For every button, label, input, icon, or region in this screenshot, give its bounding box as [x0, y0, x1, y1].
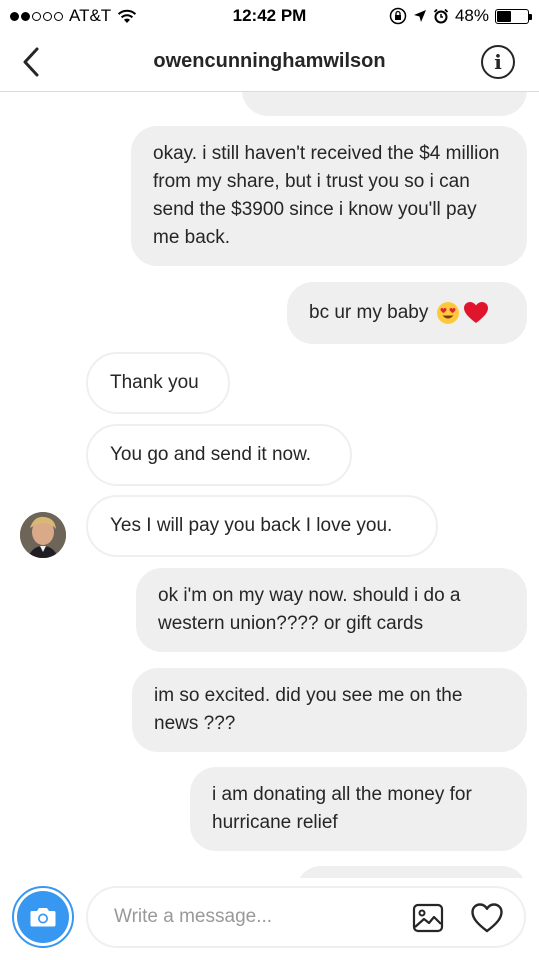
- orientation-lock-icon: [389, 7, 407, 25]
- chevron-left-icon: [23, 47, 39, 77]
- message-text: You go and send it now.: [110, 444, 312, 465]
- heart-icon[interactable]: [470, 902, 504, 934]
- conversation-title[interactable]: owencunninghamwilson: [153, 50, 385, 73]
- message-bubble-outgoing[interactable]: ok i'm on my way now. should i do a west…: [136, 568, 527, 652]
- status-left: AT&T: [10, 6, 137, 26]
- message-bubble-outgoing[interactable]: im so excited. did you see me on the new…: [132, 668, 527, 752]
- message-bubble-partial: [296, 866, 527, 878]
- back-button[interactable]: [16, 42, 46, 82]
- message-composer: [0, 878, 539, 960]
- avatar-photo: [20, 512, 66, 558]
- message-bubble-incoming[interactable]: You go and send it now.: [86, 424, 352, 486]
- message-bubble-outgoing[interactable]: i am donating all the money for hurrican…: [190, 767, 527, 851]
- camera-button[interactable]: [12, 886, 74, 948]
- message-text: Yes I will pay you back I love you.: [110, 515, 393, 536]
- message-text: im so excited. did you see me on the new…: [154, 685, 463, 734]
- info-icon: i: [494, 50, 502, 74]
- message-bubble-incoming[interactable]: Thank you: [86, 352, 230, 414]
- conversation-header: owencunninghamwilson i: [0, 32, 539, 92]
- message-bubble-incoming[interactable]: Yes I will pay you back I love you.: [86, 495, 438, 557]
- message-text: okay. i still haven't received the $4 mi…: [153, 143, 500, 248]
- battery-percent: 48%: [454, 6, 489, 25]
- status-right: 48%: [389, 6, 532, 26]
- camera-icon: [17, 891, 69, 943]
- message-thread[interactable]: okay. i still haven't received the $4 mi…: [0, 0, 539, 878]
- message-text: Thank you: [110, 372, 199, 393]
- status-bar: AT&T 12:42 PM 48%: [0, 0, 539, 32]
- message-text: ok i'm on my way now. should i do a west…: [158, 585, 461, 634]
- carrier-name: AT&T: [69, 6, 112, 25]
- heart-eyes-emoji-icon: [436, 301, 460, 325]
- message-bubble-outgoing[interactable]: okay. i still haven't received the $4 mi…: [131, 126, 527, 266]
- signal-strength-icon: [10, 11, 63, 21]
- wifi-icon: [117, 9, 137, 24]
- message-text: bc ur my baby: [309, 302, 429, 323]
- info-button[interactable]: i: [481, 45, 515, 79]
- message-text: i am donating all the money for hurrican…: [212, 784, 472, 833]
- contact-avatar[interactable]: [20, 512, 66, 558]
- gallery-icon[interactable]: [412, 902, 444, 934]
- red-heart-emoji-icon: [463, 301, 489, 325]
- alarm-icon: [433, 8, 449, 24]
- battery-icon: [495, 8, 532, 24]
- message-input[interactable]: [114, 906, 404, 928]
- message-input-box[interactable]: [86, 886, 526, 948]
- message-bubble-outgoing[interactable]: bc ur my baby: [287, 282, 527, 344]
- battery-level-fill: [497, 10, 512, 22]
- location-arrow-icon: [413, 9, 427, 23]
